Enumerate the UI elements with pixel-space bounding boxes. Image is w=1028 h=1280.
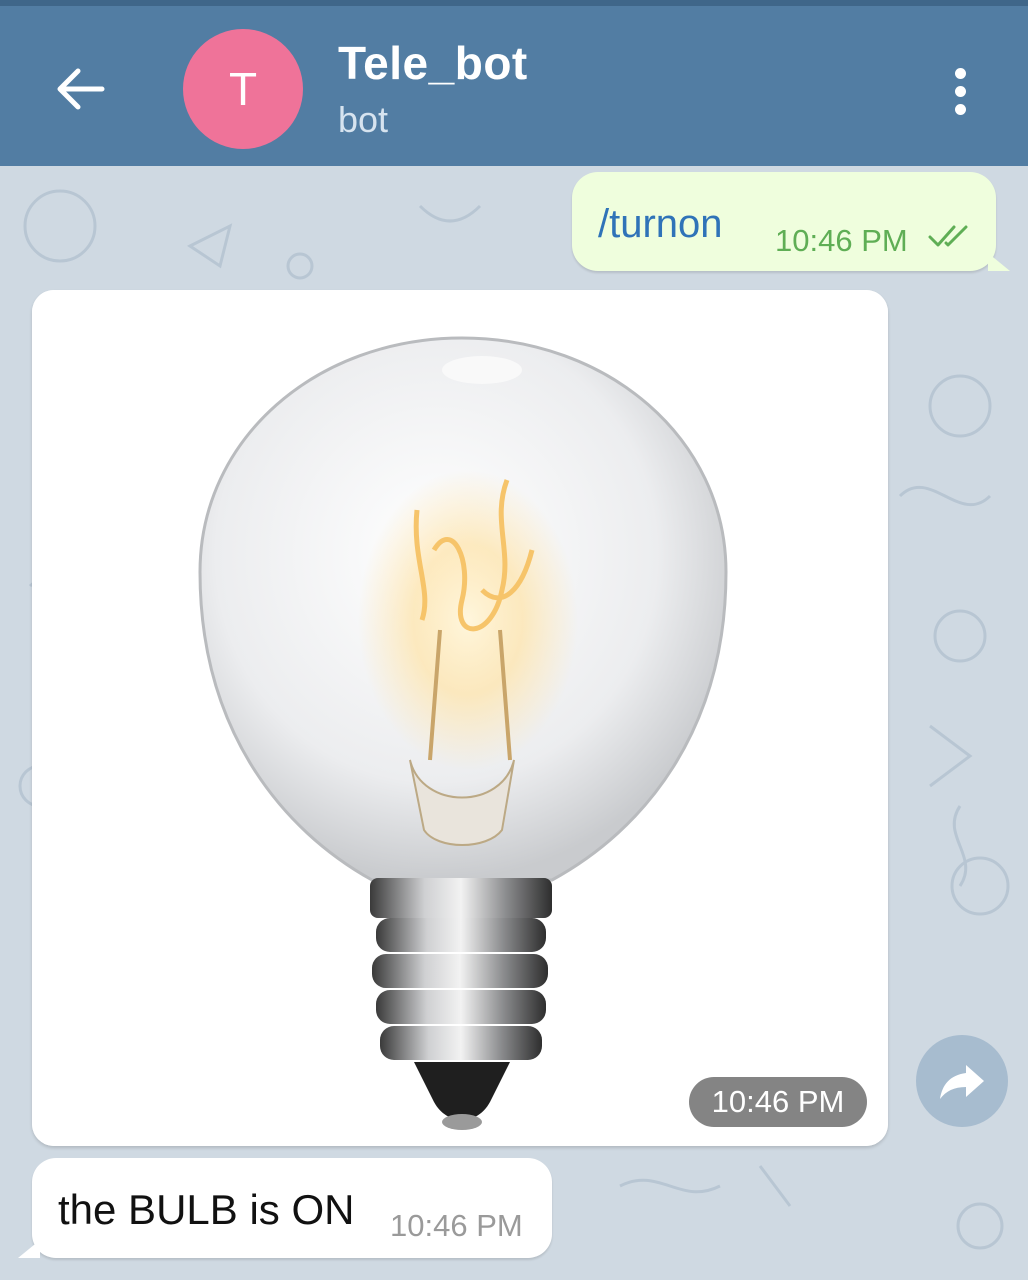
photo-message[interactable]: 10:46 PM — [32, 290, 888, 1146]
light-bulb-photo — [32, 290, 888, 1146]
double-check-icon — [928, 225, 968, 247]
chat-subtitle: bot — [338, 99, 389, 140]
chat-title[interactable]: Tele_bot — [338, 36, 528, 90]
arrow-left-icon — [57, 68, 105, 110]
chat-header: T Tele_bot bot — [0, 6, 1028, 166]
message-time: 10:46 PM — [390, 1208, 523, 1243]
message-text: the BULB is ON — [58, 1186, 355, 1233]
more-vertical-icon — [954, 67, 966, 79]
share-arrow-icon — [940, 1065, 984, 1099]
share-button[interactable] — [916, 1035, 1008, 1127]
more-menu-button[interactable] — [935, 56, 985, 126]
outgoing-message[interactable]: /turnon 10:46 PM — [572, 172, 1010, 271]
command-link[interactable]: /turnon — [598, 202, 723, 247]
avatar[interactable]: T — [183, 29, 303, 149]
incoming-message[interactable]: the BULB is ON 10:46 PM — [18, 1158, 552, 1258]
back-button[interactable] — [40, 54, 120, 124]
message-time: 10:46 PM — [775, 223, 908, 258]
photo-time-badge: 10:46 PM — [689, 1077, 867, 1127]
avatar-letter: T — [228, 63, 258, 115]
